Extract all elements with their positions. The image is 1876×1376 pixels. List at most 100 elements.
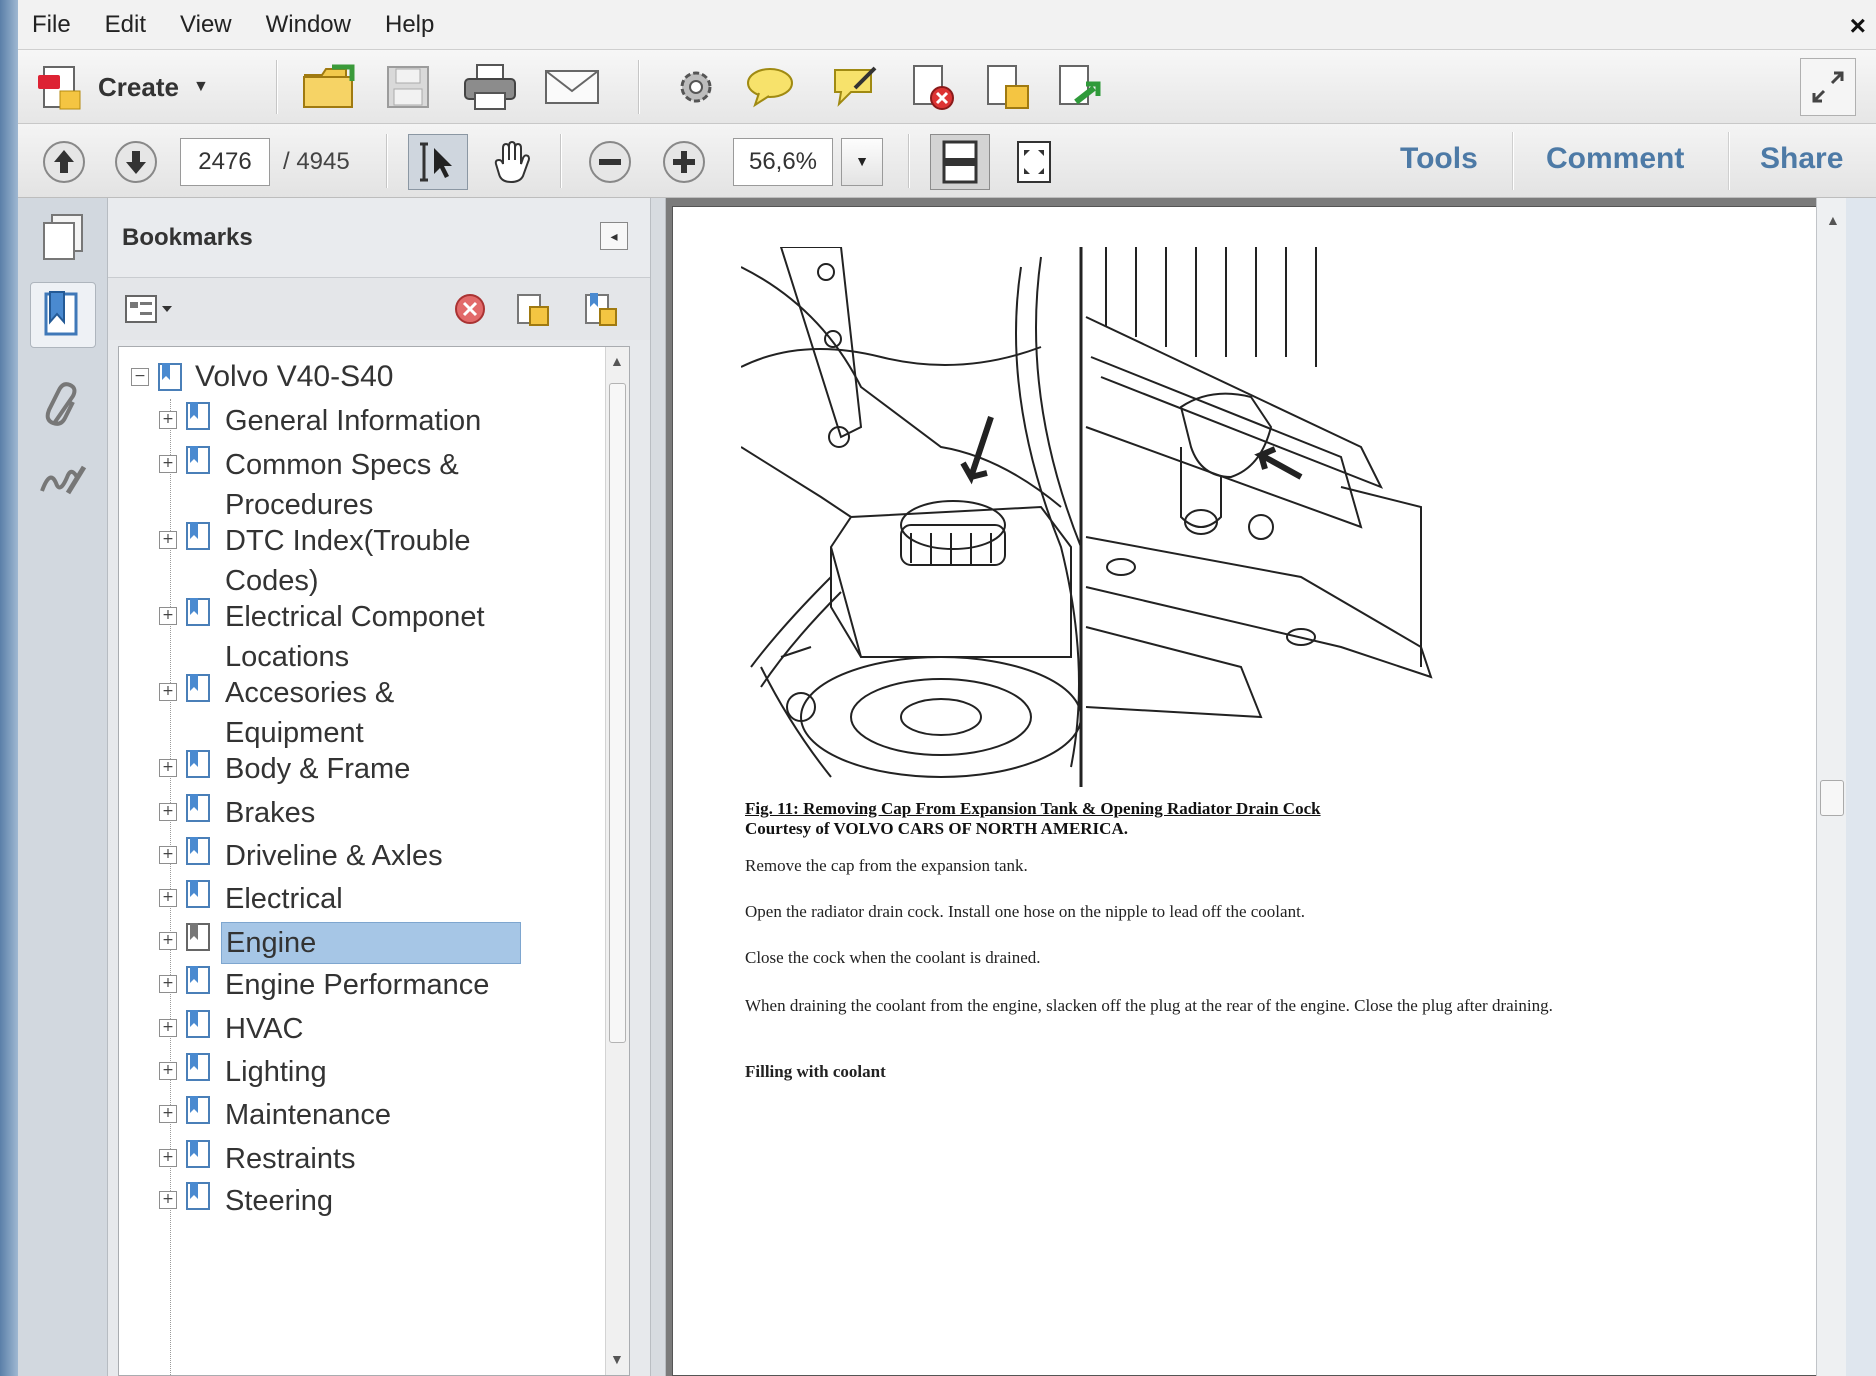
bookmarks-header: Bookmarks ◂	[108, 198, 650, 278]
expand-toggle-icon[interactable]: +	[159, 1149, 177, 1167]
delete-page-button[interactable]	[902, 58, 962, 116]
bookmark-item[interactable]: + HVAC	[159, 1009, 307, 1049]
print-button[interactable]	[458, 58, 522, 116]
options-menu-button[interactable]	[122, 290, 178, 328]
paragraph: Open the radiator drain cock. Install on…	[745, 902, 1306, 921]
bookmark-item[interactable]: + Engine Performance	[159, 965, 493, 1005]
scrollbar-thumb[interactable]	[609, 383, 626, 1043]
open-button[interactable]	[298, 58, 362, 116]
expand-toggle-icon[interactable]: +	[159, 759, 177, 777]
expand-toggle-icon[interactable]: +	[159, 1191, 177, 1209]
zoom-out-button[interactable]	[584, 136, 636, 188]
minus-circle-icon	[589, 141, 631, 183]
new-bookmark-icon	[517, 294, 549, 326]
bookmark-label: Brakes	[225, 797, 316, 829]
zoom-dropdown[interactable]: ▼	[841, 138, 883, 186]
fit-page-icon	[942, 140, 978, 184]
extract-page-button[interactable]	[976, 58, 1036, 116]
bookmark-item-selected[interactable]: + Engine	[159, 922, 521, 964]
menu-bar: File Edit View Window Help ×	[18, 0, 1876, 50]
signatures-button[interactable]	[30, 448, 96, 514]
zoom-level-input[interactable]: 56,6%	[733, 138, 833, 186]
bookmark-item[interactable]: + Electrical	[159, 879, 347, 919]
export-page-button[interactable]	[1048, 58, 1108, 116]
bookmark-icon	[186, 750, 210, 778]
printer-icon	[464, 64, 516, 110]
collapse-toggle-icon[interactable]: −	[131, 368, 149, 386]
bookmark-label: General Information	[225, 405, 482, 437]
menu-edit[interactable]: Edit	[91, 11, 166, 39]
expand-toggle-icon[interactable]: +	[159, 932, 177, 950]
attachments-button[interactable]	[30, 374, 96, 440]
page-thumbnails-button[interactable]	[30, 204, 96, 270]
bookmark-item[interactable]: + Lighting	[159, 1052, 331, 1092]
menu-file[interactable]: File	[18, 11, 91, 39]
highlight-button[interactable]	[826, 58, 886, 116]
delete-bookmark-button[interactable]	[448, 290, 492, 328]
create-label: Create	[98, 71, 179, 102]
bookmark-item[interactable]: + DTC Index(Trouble Codes)	[159, 521, 491, 601]
expand-toggle-icon[interactable]: +	[159, 846, 177, 864]
hand-tool-button[interactable]	[482, 134, 542, 190]
expand-toggle-icon[interactable]: +	[159, 803, 177, 821]
expand-toggle-icon[interactable]: +	[159, 411, 177, 429]
expand-toggle-icon[interactable]: +	[159, 975, 177, 993]
bookmark-label: Body & Frame	[225, 753, 411, 785]
bookmarks-title: Bookmarks	[122, 224, 253, 251]
fit-width-button[interactable]	[1004, 134, 1064, 190]
expand-toggle-icon[interactable]: +	[159, 1105, 177, 1123]
bookmark-item[interactable]: + Driveline & Axles	[159, 836, 447, 876]
close-icon[interactable]: ×	[1850, 10, 1866, 42]
scroll-down-icon[interactable]: ▼	[610, 1351, 624, 1367]
share-pane-link[interactable]: Share	[1760, 142, 1843, 176]
bookmark-item[interactable]: + Restraints	[159, 1139, 360, 1179]
figure-title: Fig. 11: Removing Cap From Expansion Tan…	[745, 799, 1321, 818]
menu-help[interactable]: Help	[371, 11, 454, 39]
page-number-input[interactable]: 2476	[180, 138, 270, 186]
bookmark-item[interactable]: + Body & Frame	[159, 749, 414, 789]
menu-view[interactable]: View	[166, 11, 252, 39]
zoom-in-button[interactable]	[658, 136, 710, 188]
save-button[interactable]	[378, 58, 438, 116]
pdf-page: Fig. 11: Removing Cap From Expansion Tan…	[672, 206, 1830, 1376]
figure-caption: Fig. 11: Removing Cap From Expansion Tan…	[745, 799, 1321, 839]
collapse-pane-button[interactable]: ◂	[600, 222, 628, 250]
tools-pane-link[interactable]: Tools	[1400, 142, 1478, 176]
expand-toggle-icon[interactable]: +	[159, 889, 177, 907]
expand-toggle-icon[interactable]: +	[159, 607, 177, 625]
fit-page-button[interactable]	[930, 134, 990, 190]
bookmark-root[interactable]: − Volvo V40-S40	[131, 357, 393, 397]
bookmark-item[interactable]: + Accesories & Equipment	[159, 673, 481, 753]
new-bookmark-button[interactable]	[510, 290, 554, 328]
bookmarks-pane-button[interactable]	[30, 282, 96, 348]
bookmark-item[interactable]: + Common Specs & Procedures	[159, 445, 501, 525]
comment-pane-link[interactable]: Comment	[1546, 142, 1684, 176]
scroll-up-icon[interactable]: ▲	[610, 353, 624, 369]
expand-toggle-icon[interactable]: +	[159, 1062, 177, 1080]
expand-toggle-icon[interactable]: +	[159, 1019, 177, 1037]
bookmark-icon	[186, 402, 210, 430]
scroll-up-icon[interactable]: ▲	[1826, 212, 1840, 228]
bookmark-item[interactable]: + General Information	[159, 401, 485, 441]
panel-splitter[interactable]	[650, 198, 666, 1376]
create-button[interactable]: Create ▼	[36, 58, 256, 116]
document-scrollbar[interactable]: ▲	[1816, 198, 1846, 1376]
scrollbar-thumb[interactable]	[1820, 780, 1844, 816]
comment-tool-button[interactable]	[740, 58, 800, 116]
bookmark-item[interactable]: + Electrical Componet Locations	[159, 597, 521, 677]
bookmark-from-selection-button[interactable]	[578, 290, 622, 328]
menu-window[interactable]: Window	[252, 11, 371, 39]
select-tool-button[interactable]	[408, 134, 468, 190]
expand-toggle-icon[interactable]: +	[159, 455, 177, 473]
bookmarks-scrollbar[interactable]: ▲ ▼	[605, 347, 629, 1375]
fullscreen-button[interactable]	[1800, 58, 1856, 116]
expand-toggle-icon[interactable]: +	[159, 683, 177, 701]
bookmark-item[interactable]: + Maintenance	[159, 1095, 395, 1135]
next-page-button[interactable]	[110, 136, 162, 188]
settings-button[interactable]	[668, 58, 724, 116]
email-button[interactable]	[540, 58, 604, 116]
previous-page-button[interactable]	[38, 136, 90, 188]
expand-toggle-icon[interactable]: +	[159, 531, 177, 549]
bookmark-item[interactable]: + Brakes	[159, 793, 319, 833]
bookmark-item[interactable]: + Steering	[159, 1181, 337, 1221]
